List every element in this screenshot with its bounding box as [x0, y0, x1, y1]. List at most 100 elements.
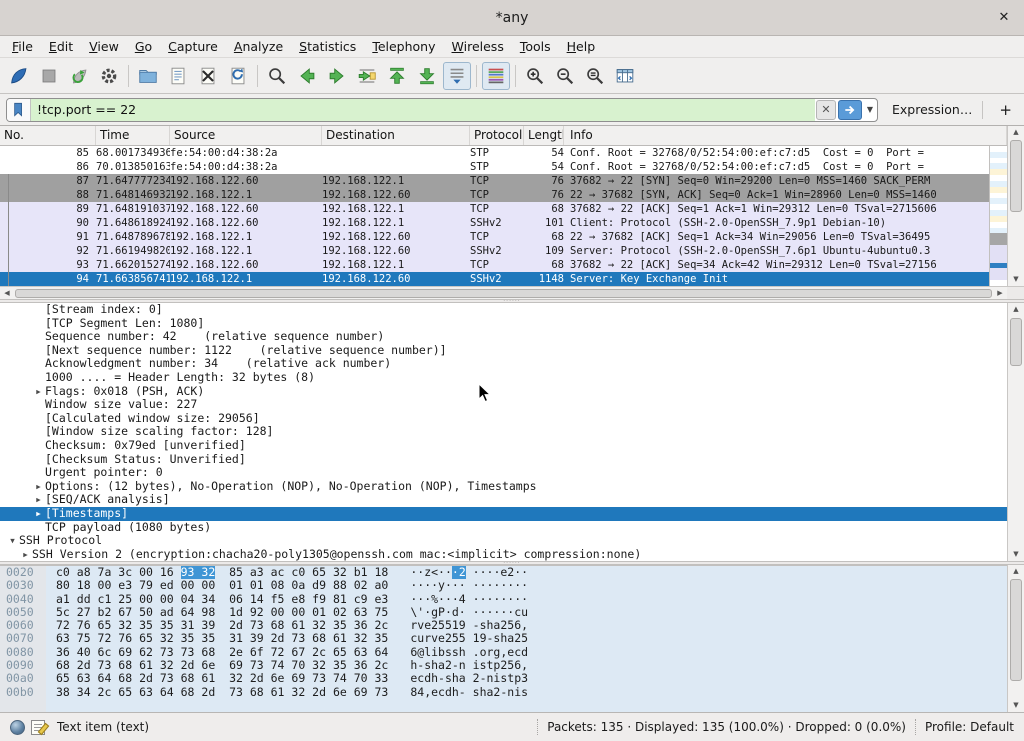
- column-header-source[interactable]: Source: [170, 126, 322, 145]
- zoom-original-button[interactable]: [581, 62, 609, 90]
- packet-row[interactable]: 8568.001734936fe:54:00:d4:38:2aSTP54Conf…: [0, 146, 989, 160]
- detail-row[interactable]: ▶Flags: 0x018 (PSH, ACK): [0, 385, 1024, 399]
- hex-row[interactable]: 007063 75 72 76 65 32 35 35 31 39 2d 73 …: [0, 632, 1024, 645]
- display-filter-input[interactable]: [31, 99, 815, 121]
- detail-row[interactable]: ▶SSH Version 2 (encryption:chacha20-poly…: [0, 548, 1024, 561]
- clear-filter-button[interactable]: ✕: [816, 100, 836, 120]
- open-file-button[interactable]: [134, 62, 162, 90]
- go-back-button[interactable]: [293, 62, 321, 90]
- hex-row[interactable]: 00505c 27 b2 67 50 ad 64 98 1d 92 00 00 …: [0, 606, 1024, 619]
- zoom-in-button[interactable]: [521, 62, 549, 90]
- colorize-toggle[interactable]: [482, 62, 510, 90]
- packet-row[interactable]: 8971.648191037192.168.122.60192.168.122.…: [0, 202, 989, 216]
- scroll-down-icon[interactable]: ▼: [1008, 548, 1024, 561]
- detail-row[interactable]: TCP payload (1080 bytes): [0, 521, 1024, 535]
- hex-row[interactable]: 0020c0 a8 7a 3c 00 16 93 32 85 a3 ac c0 …: [0, 566, 1024, 579]
- zoom-out-button[interactable]: [551, 62, 579, 90]
- detail-row[interactable]: ▼SSH Protocol: [0, 534, 1024, 548]
- detail-row[interactable]: Acknowledgment number: 34 (relative ack …: [0, 357, 1024, 371]
- tree-expanded-icon[interactable]: ▼: [6, 534, 19, 548]
- tree-collapsed-icon[interactable]: ▶: [32, 480, 45, 494]
- packet-row[interactable]: 9271.661949820192.168.122.1192.168.122.6…: [0, 244, 989, 258]
- details-vscrollbar[interactable]: ▲ ▼: [1007, 303, 1024, 561]
- menu-view[interactable]: View: [81, 36, 127, 57]
- go-first-button[interactable]: [383, 62, 411, 90]
- scroll-thumb[interactable]: [1010, 579, 1022, 681]
- scroll-thumb[interactable]: [15, 289, 992, 298]
- resize-columns-button[interactable]: [611, 62, 639, 90]
- scroll-down-icon[interactable]: ▼: [1008, 699, 1024, 712]
- detail-row[interactable]: [Window size scaling factor: 128]: [0, 425, 1024, 439]
- detail-row[interactable]: ▶[Timestamps]: [0, 507, 1024, 521]
- column-header-time[interactable]: Time: [96, 126, 170, 145]
- tree-collapsed-icon[interactable]: ▶: [32, 507, 45, 521]
- hex-row[interactable]: 008036 40 6c 69 62 73 73 68 2e 6f 72 67 …: [0, 646, 1024, 659]
- filter-history-dropdown[interactable]: ▼: [863, 100, 877, 120]
- save-file-button[interactable]: [164, 62, 192, 90]
- tree-collapsed-icon[interactable]: ▶: [19, 548, 32, 561]
- hex-row[interactable]: 003080 18 00 e3 79 ed 00 00 01 01 08 0a …: [0, 579, 1024, 592]
- add-filter-button[interactable]: +: [993, 101, 1018, 119]
- packet-row[interactable]: 9071.648618924192.168.122.60192.168.122.…: [0, 216, 989, 230]
- menu-file[interactable]: File: [4, 36, 41, 57]
- scroll-up-icon[interactable]: ▲: [1008, 303, 1024, 316]
- scroll-up-icon[interactable]: ▲: [1008, 126, 1024, 139]
- hex-row[interactable]: 006072 76 65 32 35 35 31 39 2d 73 68 61 …: [0, 619, 1024, 632]
- packet-row[interactable]: 9371.662015274192.168.122.60192.168.122.…: [0, 258, 989, 272]
- auto-scroll-toggle[interactable]: [443, 62, 471, 90]
- reload-file-button[interactable]: [224, 62, 252, 90]
- detail-row[interactable]: Sequence number: 42 (relative sequence n…: [0, 330, 1024, 344]
- packet-row[interactable]: 9471.663856741192.168.122.1192.168.122.6…: [0, 272, 989, 286]
- find-packet-button[interactable]: [263, 62, 291, 90]
- scroll-down-icon[interactable]: ▼: [1008, 273, 1024, 286]
- go-to-packet-button[interactable]: [353, 62, 381, 90]
- scroll-thumb[interactable]: [1010, 140, 1022, 212]
- packet-row[interactable]: 8771.647777234192.168.122.60192.168.122.…: [0, 174, 989, 188]
- tree-collapsed-icon[interactable]: ▶: [32, 385, 45, 399]
- menu-statistics[interactable]: Statistics: [291, 36, 364, 57]
- stop-capture-button[interactable]: [35, 62, 63, 90]
- detail-row[interactable]: Urgent pointer: 0: [0, 466, 1024, 480]
- close-window-icon[interactable]: ✕: [995, 9, 1013, 27]
- column-header-info[interactable]: Info: [564, 126, 1007, 145]
- restart-capture-button[interactable]: [65, 62, 93, 90]
- capture-comment-icon[interactable]: [31, 720, 45, 735]
- capture-options-button[interactable]: [95, 62, 123, 90]
- column-header-protocol[interactable]: Protocol: [470, 126, 524, 145]
- hex-row[interactable]: 0040a1 dd c1 25 00 00 04 34 06 14 f5 e8 …: [0, 593, 1024, 606]
- status-profile[interactable]: Profile: Default: [925, 720, 1024, 734]
- detail-row[interactable]: Window size value: 227: [0, 398, 1024, 412]
- detail-row[interactable]: [Stream index: 0]: [0, 303, 1024, 317]
- menu-tools[interactable]: Tools: [512, 36, 559, 57]
- filter-bookmark-button[interactable]: [7, 99, 31, 121]
- expert-info-icon[interactable]: [10, 720, 25, 735]
- detail-row[interactable]: ▶Options: (12 bytes), No-Operation (NOP)…: [0, 480, 1024, 494]
- menu-capture[interactable]: Capture: [160, 36, 226, 57]
- detail-row[interactable]: Checksum: 0x79ed [unverified]: [0, 439, 1024, 453]
- detail-row[interactable]: [Calculated window size: 29056]: [0, 412, 1024, 426]
- detail-row[interactable]: 1000 .... = Header Length: 32 bytes (8): [0, 371, 1024, 385]
- packet-list-vscrollbar[interactable]: ▲ ▼: [1007, 126, 1024, 286]
- scroll-right-icon[interactable]: ▶: [993, 287, 1007, 299]
- column-header-no[interactable]: No.: [0, 126, 96, 145]
- column-header-destination[interactable]: Destination: [322, 126, 470, 145]
- go-forward-button[interactable]: [323, 62, 351, 90]
- detail-row[interactable]: [Checksum Status: Unverified]: [0, 453, 1024, 467]
- menu-analyze[interactable]: Analyze: [226, 36, 291, 57]
- menu-go[interactable]: Go: [127, 36, 160, 57]
- tree-collapsed-icon[interactable]: ▶: [32, 493, 45, 507]
- packet-row[interactable]: 8871.648146932192.168.122.1192.168.122.6…: [0, 188, 989, 202]
- detail-row[interactable]: ▶[SEQ/ACK analysis]: [0, 493, 1024, 507]
- start-capture-button[interactable]: [5, 62, 33, 90]
- scroll-left-icon[interactable]: ◀: [0, 287, 14, 299]
- menu-wireless[interactable]: Wireless: [444, 36, 512, 57]
- menu-edit[interactable]: Edit: [41, 36, 81, 57]
- scroll-up-icon[interactable]: ▲: [1008, 565, 1024, 578]
- hex-row[interactable]: 00a065 63 64 68 2d 73 68 61 32 2d 6e 69 …: [0, 672, 1024, 685]
- apply-filter-button[interactable]: [838, 100, 862, 120]
- detail-row[interactable]: [TCP Segment Len: 1080]: [0, 317, 1024, 331]
- hex-row[interactable]: 009068 2d 73 68 61 32 2d 6e 69 73 74 70 …: [0, 659, 1024, 672]
- close-file-button[interactable]: [194, 62, 222, 90]
- hex-row[interactable]: 00b038 34 2c 65 63 64 68 2d 73 68 61 32 …: [0, 686, 1024, 699]
- scroll-thumb[interactable]: [1010, 318, 1022, 366]
